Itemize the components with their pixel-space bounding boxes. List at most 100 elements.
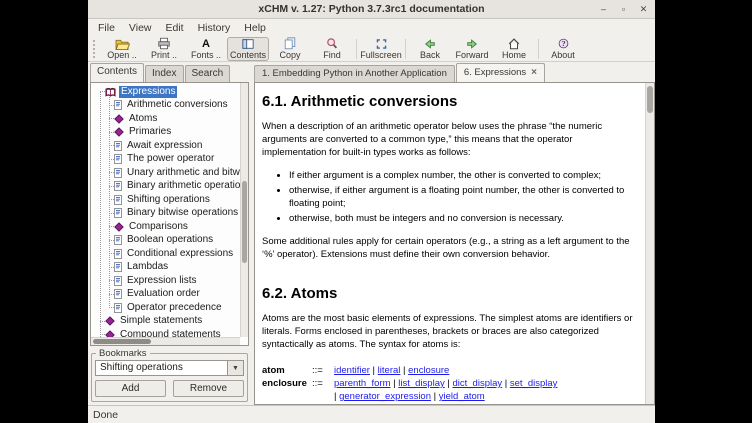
syntax-link-parenth-form[interactable]: parenth_form [334, 378, 391, 389]
tree-vertical-scrollbar[interactable] [240, 83, 248, 337]
tree-item-await-expression[interactable]: Await expression [91, 139, 240, 153]
syntax-row: enclosure::=parenth_form | list_display … [262, 377, 637, 390]
menu-item-file[interactable]: File [91, 21, 122, 35]
document-page: 6.1. Arithmetic conversions When a descr… [255, 83, 645, 404]
syntax-operator: ::= [312, 377, 334, 390]
syntax-link-list-display[interactable]: list_display [398, 378, 444, 389]
remove-bookmark-button[interactable]: Remove [173, 380, 244, 397]
syntax-operator: ::= [312, 364, 334, 377]
tree-item-unary-arithmetic-and-bitwis[interactable]: Unary arithmetic and bitwis [91, 166, 240, 180]
tree-item-atoms[interactable]: Atoms [91, 112, 240, 126]
tree-item-compound-statements[interactable]: Compound statements [91, 328, 240, 337]
svg-text:?: ? [561, 40, 565, 48]
arrow-right-icon [465, 38, 479, 50]
contents-tree-panel: ExpressionsArithmetic conversionsAtomsPr… [90, 82, 249, 346]
toolbar-button-home[interactable]: Home [493, 37, 535, 61]
tree-item-simple-statements[interactable]: Simple statements [91, 315, 240, 329]
toolbar-gripper[interactable] [93, 40, 98, 58]
toolbar-button-contents[interactable]: Contents [227, 37, 269, 61]
paragraph: When a description of an arithmetic oper… [262, 120, 637, 159]
document-tab-1-embedding-python-in-another-application[interactable]: 1. Embedding Python in Another Applicati… [254, 65, 455, 82]
tree-item-shifting-operations[interactable]: Shifting operations [91, 193, 240, 207]
tree-item-label: Atoms [127, 113, 159, 125]
syntax-rule-name: enclosure [262, 377, 312, 390]
toolbar-button-label: Fonts .. [191, 50, 221, 60]
window-close-button[interactable]: ✕ [638, 4, 649, 15]
tree-item-label: Comparisons [127, 221, 190, 233]
toolbar-button-fonts[interactable]: AFonts .. [185, 37, 227, 61]
toolbar-button-label: Open .. [107, 50, 137, 60]
tree-item-label: Await expression [125, 140, 204, 152]
tree-item-expressions[interactable]: Expressions [91, 85, 240, 99]
toolbar-button-about[interactable]: ?About [542, 37, 584, 61]
bookmark-combo-value[interactable]: Shifting operations [95, 360, 228, 376]
sidebar-tabs: ContentsIndexSearch [90, 63, 251, 82]
syntax-link-identifier[interactable]: identifier [334, 365, 370, 376]
xchm-window: xCHM v. 1.27: Python 3.7.3rc1 documentat… [88, 0, 655, 423]
toolbar-button-back[interactable]: Back [409, 37, 451, 61]
toolbar-button-forward[interactable]: Forward [451, 37, 493, 61]
toolbar-button-print[interactable]: Print .. [143, 37, 185, 61]
toolbar-button-open[interactable]: Open .. [101, 37, 143, 61]
toolbar-button-copy[interactable]: Copy [269, 37, 311, 61]
sidebar-tab-search[interactable]: Search [185, 65, 231, 82]
menu-item-view[interactable]: View [122, 21, 159, 35]
syntax-link-dict-display[interactable]: dict_display [452, 378, 502, 389]
menu-item-history[interactable]: History [191, 21, 238, 35]
menu-item-help[interactable]: Help [237, 21, 273, 35]
bookmark-combo[interactable]: Shifting operations ▼ [95, 360, 244, 376]
home-house-icon [507, 37, 521, 50]
page-icon [114, 303, 122, 313]
tree-item-boolean-operations[interactable]: Boolean operations [91, 234, 240, 248]
toolbar-separator [538, 39, 539, 59]
sidebar-tab-contents[interactable]: Contents [90, 63, 144, 82]
tree-item-primaries[interactable]: Primaries [91, 126, 240, 140]
tree-item-conditional-expressions[interactable]: Conditional expressions [91, 247, 240, 261]
sidebar-tab-index[interactable]: Index [145, 65, 183, 82]
bookmarks-label: Bookmarks [96, 348, 150, 359]
diamond-icon [105, 330, 115, 337]
combo-dropdown-button[interactable]: ▼ [228, 360, 244, 376]
magnifier-icon [325, 37, 339, 50]
syntax-link-yield-atom[interactable]: yield_atom [439, 391, 485, 402]
scrollbar-thumb[interactable] [647, 86, 653, 113]
page-icon [114, 276, 122, 286]
tree-item-arithmetic-conversions[interactable]: Arithmetic conversions [91, 99, 240, 113]
window-minimize-button[interactable]: – [598, 4, 609, 15]
window-maximize-button[interactable]: ▫ [618, 4, 629, 15]
menu-item-edit[interactable]: Edit [159, 21, 191, 35]
page-icon [114, 141, 122, 151]
syntax-link-set-display[interactable]: set_display [510, 378, 558, 389]
tree-item-binary-arithmetic-operation[interactable]: Binary arithmetic operation [91, 180, 240, 194]
tree-item-lambdas[interactable]: Lambdas [91, 261, 240, 275]
toolbar-button-fullscreen[interactable]: Fullscreen [360, 37, 402, 61]
tree-horizontal-scrollbar[interactable] [91, 337, 240, 345]
tree-item-the-power-operator[interactable]: The power operator [91, 153, 240, 167]
scrollbar-thumb[interactable] [93, 339, 151, 344]
tree-item-label: Binary bitwise operations [125, 207, 240, 219]
main-area: ContentsIndexSearch ExpressionsArithmeti… [88, 62, 655, 405]
add-bookmark-button[interactable]: Add [95, 380, 166, 397]
syntax-link-generator-expression[interactable]: generator_expression [339, 391, 431, 402]
syntax-block: atom::=identifier | literal | enclosuree… [262, 364, 637, 403]
syntax-link-enclosure[interactable]: enclosure [408, 365, 449, 376]
page-vertical-scrollbar[interactable] [645, 83, 654, 404]
syntax-link-literal[interactable]: literal [378, 365, 401, 376]
document-page-panel: 6.1. Arithmetic conversions When a descr… [254, 82, 655, 405]
tree-item-binary-bitwise-operations[interactable]: Binary bitwise operations [91, 207, 240, 221]
page-icon [114, 208, 122, 218]
section-heading-atoms: 6.2. Atoms [262, 285, 637, 302]
tree-item-comparisons[interactable]: Comparisons [91, 220, 240, 234]
page-icon [114, 289, 122, 299]
document-tab-6-expressions[interactable]: 6. Expressions × [456, 63, 545, 82]
tab-close-icon[interactable]: × [531, 68, 537, 77]
title-bar[interactable]: xCHM v. 1.27: Python 3.7.3rc1 documentat… [88, 0, 655, 19]
document-tabs: 1. Embedding Python in Another Applicati… [254, 63, 655, 82]
toolbar: Open .. Print ..AFonts ..ContentsCopyFind… [88, 36, 655, 62]
document-tab-label: 6. Expressions [464, 67, 526, 78]
tree-item-operator-precedence[interactable]: Operator precedence [91, 301, 240, 315]
tree-item-expression-lists[interactable]: Expression lists [91, 274, 240, 288]
scrollbar-thumb[interactable] [242, 181, 247, 263]
tree-item-evaluation-order[interactable]: Evaluation order [91, 288, 240, 302]
toolbar-button-find[interactable]: Find [311, 37, 353, 61]
